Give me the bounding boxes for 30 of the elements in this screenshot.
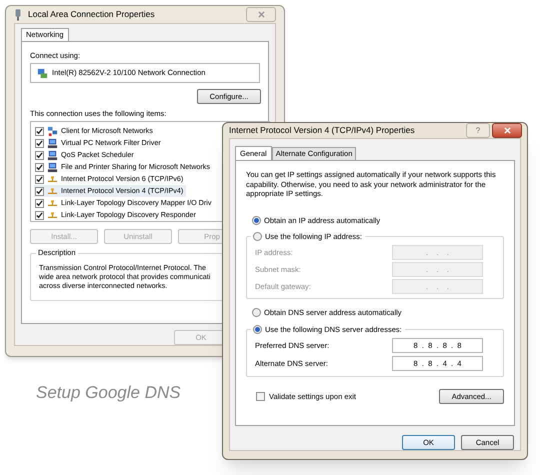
network-adapter-icon: [37, 68, 48, 78]
checkbox[interactable]: [35, 126, 44, 136]
checkbox[interactable]: [35, 150, 44, 160]
window-title: Internet Protocol Version 4 (TCP/IPv4) Properties: [229, 124, 415, 137]
network-computers-icon: [47, 126, 58, 136]
radio-button[interactable]: [253, 232, 262, 241]
checkbox[interactable]: [35, 198, 44, 208]
checkbox[interactable]: [35, 186, 44, 196]
checkbox[interactable]: [35, 210, 44, 220]
window-title: Local Area Connection Properties: [28, 8, 155, 21]
close-icon: [504, 127, 510, 134]
radio-button[interactable]: [253, 325, 262, 334]
checkbox[interactable]: [256, 392, 265, 401]
network-plug-icon: [14, 8, 22, 20]
checkbox[interactable]: [35, 138, 44, 148]
computer-icon: [47, 150, 58, 160]
checkbox[interactable]: [35, 174, 44, 184]
radio-button[interactable]: [252, 216, 261, 225]
help-button[interactable]: ?: [466, 123, 490, 138]
close-icon: [258, 11, 264, 18]
computer-icon: [47, 162, 58, 172]
network-link-icon: [47, 198, 58, 208]
checkbox[interactable]: [35, 162, 44, 172]
radio-button[interactable]: [252, 308, 261, 317]
close-button[interactable]: [492, 123, 522, 138]
computer-icon: [47, 138, 58, 148]
network-link-icon: [47, 186, 58, 196]
network-link-icon: [47, 174, 58, 184]
caption: Setup Google DNS: [36, 382, 181, 404]
network-link-icon: [47, 210, 58, 220]
